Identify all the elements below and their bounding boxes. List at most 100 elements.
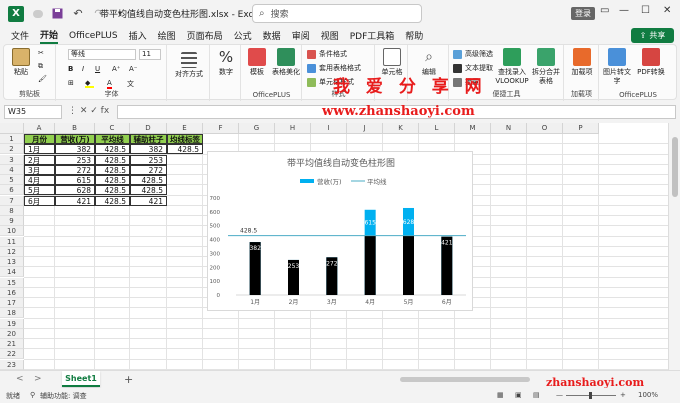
table-cell[interactable]: 1月 bbox=[24, 144, 55, 155]
table-header-cell[interactable]: 辅助柱子 bbox=[130, 134, 167, 144]
search-input[interactable]: ⌕ 搜索 bbox=[252, 4, 422, 23]
zoom-in-button[interactable]: + bbox=[620, 391, 626, 399]
column-header-l[interactable]: L bbox=[419, 123, 455, 134]
zoom-level[interactable]: 100% bbox=[638, 391, 658, 399]
row-header-3[interactable]: 3 bbox=[0, 154, 24, 165]
column-header-m[interactable]: M bbox=[455, 123, 491, 134]
table-cell[interactable]: 421 bbox=[130, 195, 167, 206]
table-cell[interactable]: 428.5 bbox=[95, 175, 130, 185]
tab-8[interactable]: 审阅 bbox=[292, 29, 310, 42]
close-button[interactable]: ✕ bbox=[663, 5, 671, 16]
bold-button[interactable]: B bbox=[68, 65, 73, 73]
normal-view-icon[interactable]: ▦ bbox=[497, 391, 504, 399]
table-cell[interactable]: 428.5 bbox=[130, 185, 167, 196]
phonetic-icon[interactable]: 文 bbox=[127, 79, 134, 89]
column-header-p[interactable]: P bbox=[563, 123, 599, 134]
table-cell[interactable]: 382 bbox=[55, 144, 95, 155]
tab-6[interactable]: 公式 bbox=[234, 29, 252, 42]
borders-icon[interactable]: ⊞ bbox=[68, 79, 74, 87]
row-header-17[interactable]: 17 bbox=[0, 298, 24, 308]
row-header-23[interactable]: 23 bbox=[0, 359, 24, 370]
table-header-cell[interactable]: 营收(万) bbox=[55, 134, 95, 144]
table-cell[interactable]: 272 bbox=[130, 164, 167, 175]
table-cell[interactable]: 3月 bbox=[24, 164, 55, 175]
table-cell[interactable]: 253 bbox=[130, 154, 167, 165]
column-header-a[interactable]: A bbox=[24, 123, 55, 134]
vertical-scroll-thumb[interactable] bbox=[672, 137, 678, 197]
table-cell[interactable]: 4月 bbox=[24, 175, 55, 185]
row-header-10[interactable]: 10 bbox=[0, 226, 24, 237]
font-grow-icon[interactable]: A⁺ bbox=[112, 65, 120, 73]
table-cell[interactable]: 382 bbox=[130, 144, 167, 155]
page-break-view-icon[interactable]: ▤ bbox=[533, 391, 540, 399]
table-cell[interactable]: 428.5 bbox=[167, 144, 203, 155]
horizontal-scrollbar[interactable] bbox=[400, 377, 530, 382]
table-header-cell[interactable]: 平均线 bbox=[95, 134, 130, 144]
column-header-f[interactable]: F bbox=[203, 123, 239, 134]
pdf-convert-button[interactable]: PDF转换 bbox=[636, 48, 666, 77]
column-header-c[interactable]: C bbox=[95, 123, 130, 134]
row-header-15[interactable]: 15 bbox=[0, 277, 24, 288]
font-shrink-icon[interactable]: A⁻ bbox=[129, 65, 137, 73]
number-button[interactable]: % 数字 bbox=[211, 48, 241, 77]
row-header-12[interactable]: 12 bbox=[0, 246, 24, 257]
vlookup-button[interactable]: 查找录入 VLOOKUP bbox=[494, 48, 530, 86]
accessibility-status[interactable]: 辅助功能: 调查 bbox=[40, 391, 87, 401]
add-sheet-button[interactable]: + bbox=[124, 373, 133, 386]
tab-3[interactable]: 插入 bbox=[129, 29, 147, 42]
split-merge-button[interactable]: 拆分合并 表格 bbox=[530, 48, 562, 86]
row-header-11[interactable]: 11 bbox=[0, 236, 24, 247]
conditional-format-button[interactable]: 条件格式 bbox=[307, 49, 347, 59]
column-chart[interactable]: 带平均值线自动变色柱形图 营收(万) 平均线 0 100 200 300 400 500 600 7… bbox=[207, 151, 473, 311]
sheet-next-icon[interactable]: > bbox=[34, 374, 42, 384]
cut-icon[interactable]: ✂ bbox=[38, 49, 44, 57]
table-cell[interactable]: 428.5 bbox=[95, 164, 130, 175]
column-header-g[interactable]: G bbox=[239, 123, 275, 134]
font-name-select[interactable]: 等线 bbox=[68, 49, 136, 60]
column-header-o[interactable]: O bbox=[527, 123, 563, 134]
row-header-7[interactable]: 7 bbox=[0, 195, 24, 206]
table-cell[interactable]: 253 bbox=[55, 154, 95, 165]
page-layout-view-icon[interactable]: ▣ bbox=[515, 391, 522, 399]
table-cell[interactable]: 428.5 bbox=[95, 144, 130, 155]
alignment-button[interactable]: 对齐方式 bbox=[172, 48, 206, 79]
column-header-b[interactable]: B bbox=[55, 123, 95, 134]
tab-7[interactable]: 数据 bbox=[263, 29, 281, 42]
table-cell[interactable]: 5月 bbox=[24, 185, 55, 196]
italic-button[interactable]: I bbox=[82, 65, 84, 73]
table-cell[interactable]: 628 bbox=[55, 185, 95, 196]
vertical-scrollbar[interactable] bbox=[668, 123, 680, 370]
ribbon-display-icon[interactable]: ▭ bbox=[600, 5, 609, 16]
table-cell[interactable]: 615 bbox=[55, 175, 95, 185]
table-cell[interactable]: 428.5 bbox=[95, 185, 130, 196]
row-header-16[interactable]: 16 bbox=[0, 287, 24, 298]
tab-0[interactable]: 文件 bbox=[11, 29, 29, 42]
table-cell[interactable]: 6月 bbox=[24, 195, 55, 206]
accessibility-icon[interactable]: ⚲ bbox=[30, 391, 35, 399]
addins-button[interactable]: 加载项 bbox=[567, 48, 597, 77]
minimize-button[interactable]: — bbox=[619, 5, 629, 16]
table-cell[interactable]: 272 bbox=[55, 164, 95, 175]
tab-5[interactable]: 页面布局 bbox=[187, 29, 223, 42]
font-size-select[interactable]: 11 bbox=[139, 49, 161, 60]
column-header-n[interactable]: N bbox=[491, 123, 527, 134]
login-button[interactable]: 登录 bbox=[571, 7, 595, 20]
select-all-corner[interactable] bbox=[0, 123, 24, 134]
font-color-button[interactable]: A bbox=[107, 79, 112, 89]
row-header-13[interactable]: 13 bbox=[0, 257, 24, 267]
column-header-k[interactable]: K bbox=[383, 123, 419, 134]
tab-1[interactable]: 开始 bbox=[40, 28, 59, 44]
table-cell[interactable]: 428.5 bbox=[95, 195, 130, 206]
copy-icon[interactable]: ⧉ bbox=[38, 62, 43, 71]
table-cell[interactable]: 421 bbox=[55, 195, 95, 206]
img2text-button[interactable]: 图片转文字 bbox=[602, 48, 632, 86]
tab-4[interactable]: 绘图 bbox=[158, 29, 176, 42]
column-header-d[interactable]: D bbox=[130, 123, 167, 134]
undo-icon[interactable]: ↶ bbox=[71, 7, 85, 21]
tab-10[interactable]: PDF工具箱 bbox=[350, 29, 395, 42]
row-header-8[interactable]: 8 bbox=[0, 205, 24, 216]
table-header-cell[interactable]: 月份 bbox=[24, 134, 55, 144]
table-cell[interactable]: 428.5 bbox=[130, 175, 167, 185]
row-header-22[interactable]: 22 bbox=[0, 349, 24, 360]
name-box[interactable]: W35 bbox=[4, 105, 62, 119]
